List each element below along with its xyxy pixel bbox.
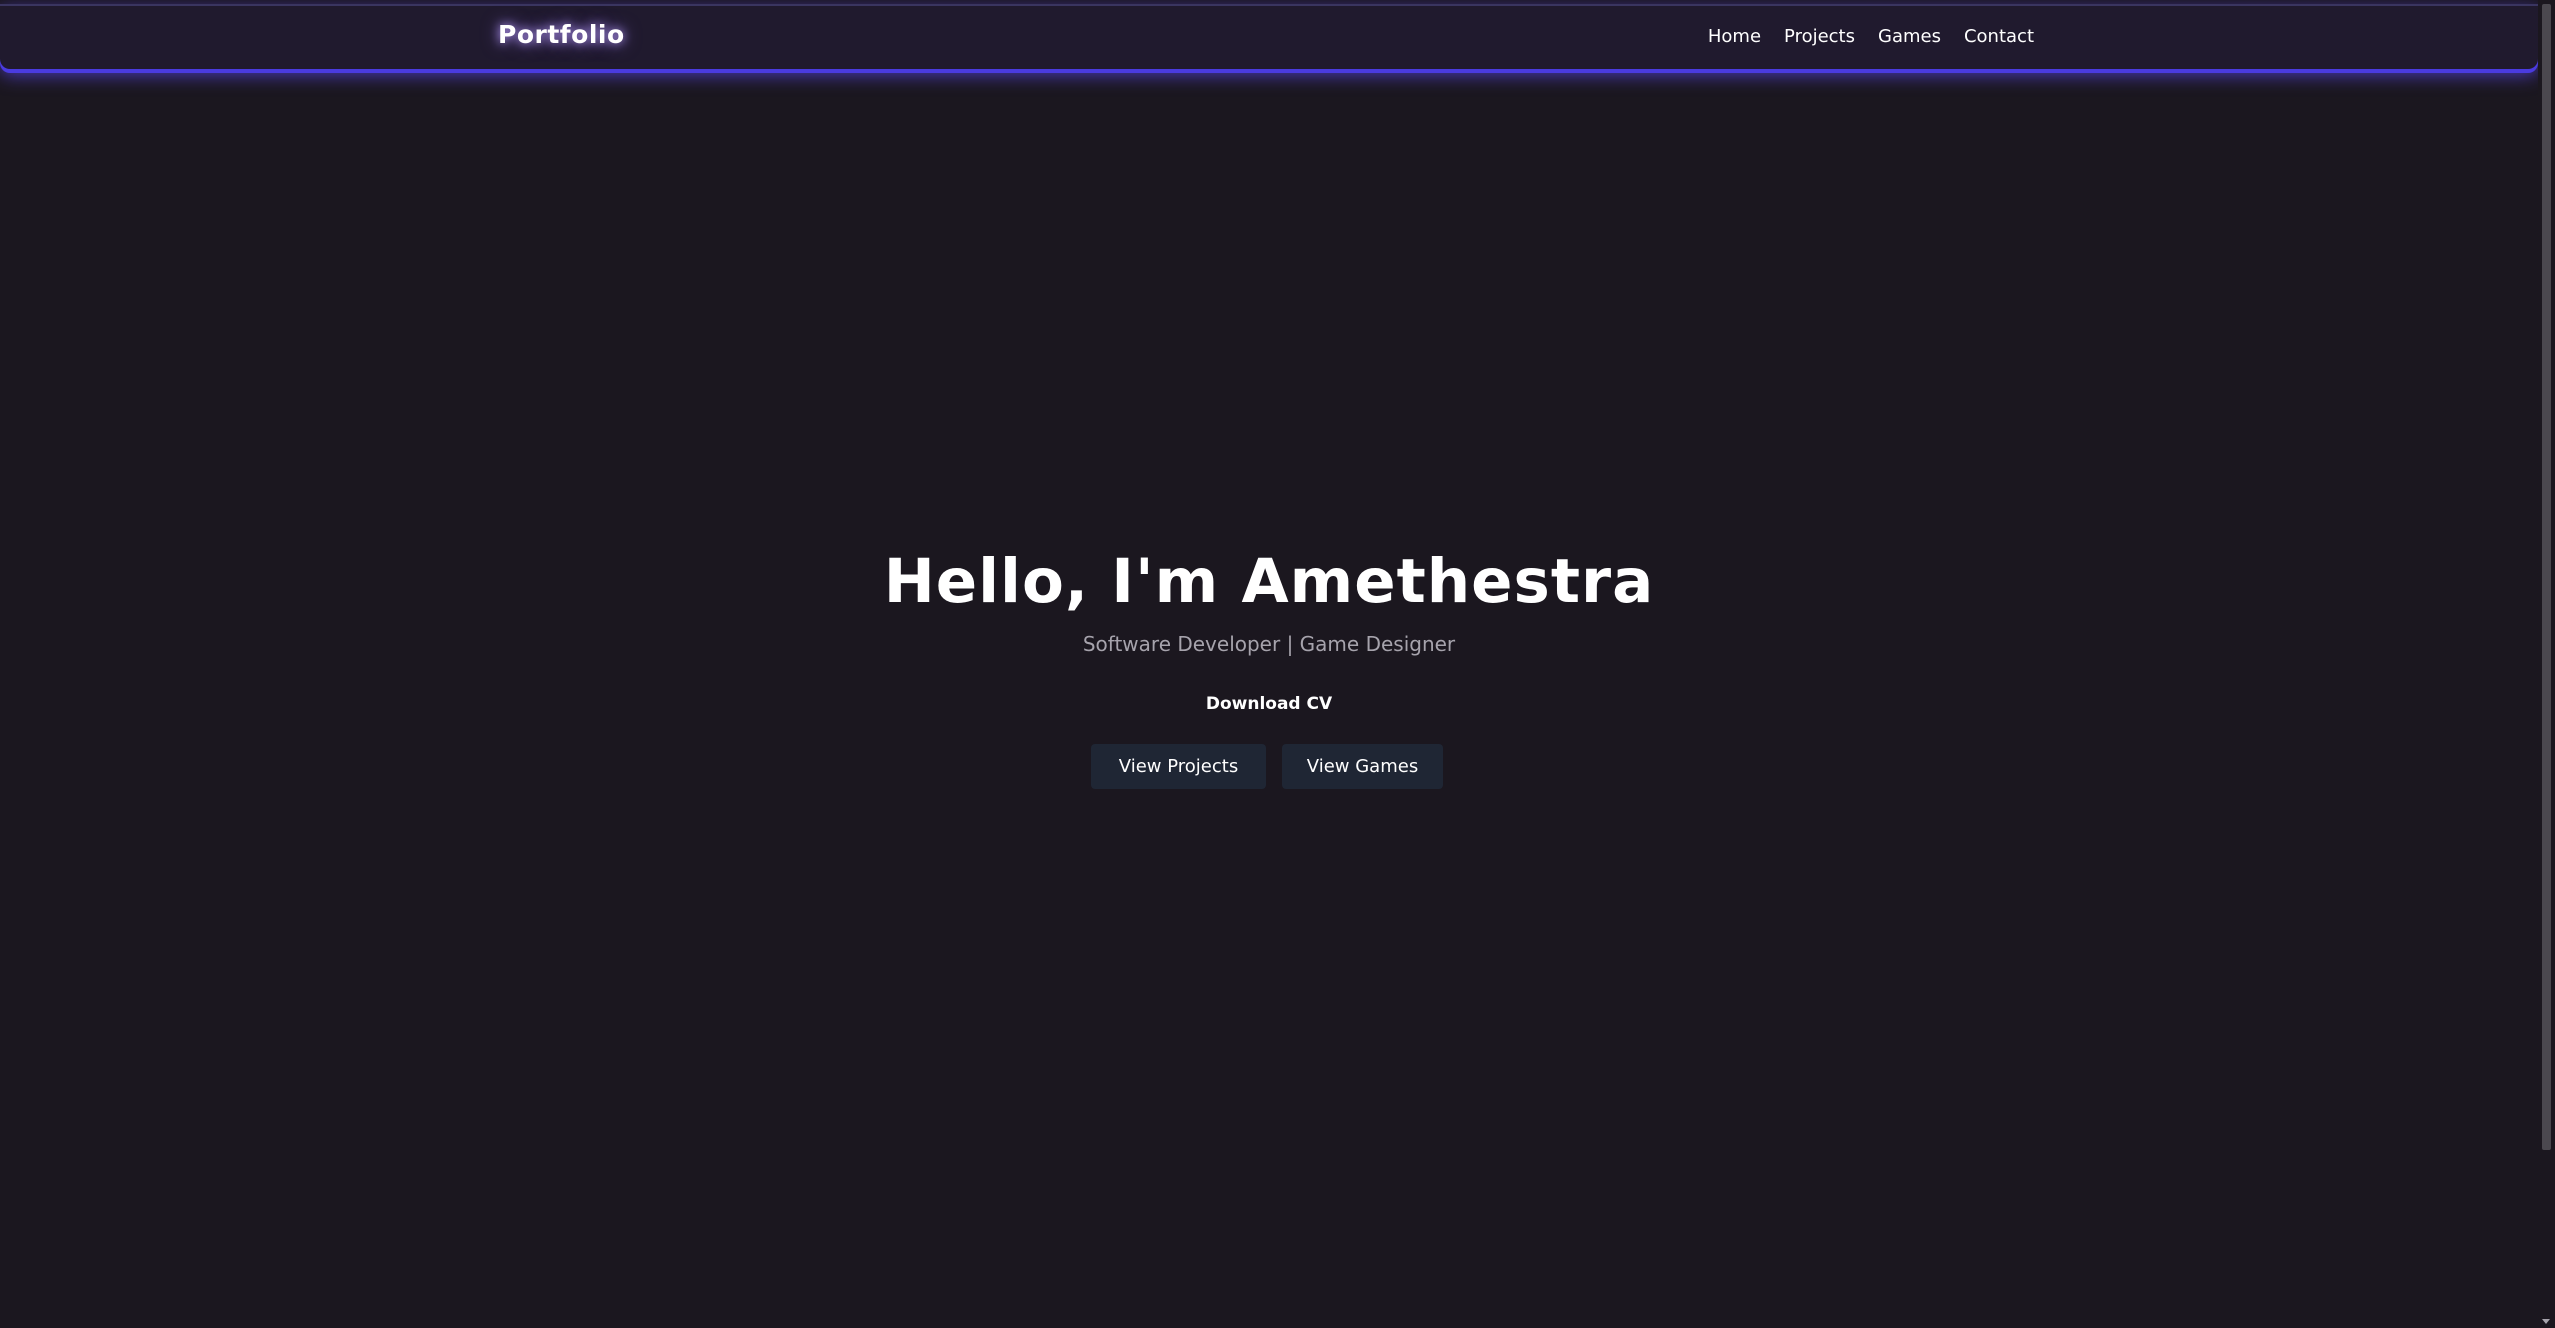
view-projects-button[interactable]: View Projects: [1091, 744, 1266, 789]
download-cv-link[interactable]: Download CV: [0, 694, 2538, 714]
vertical-scrollbar[interactable]: [2538, 0, 2555, 1328]
page: Hello, I'm Amethestra Software Developer…: [0, 0, 2555, 1328]
scrollbar-thumb[interactable]: [2542, 4, 2551, 1150]
nav-link-games[interactable]: Games: [1878, 26, 1941, 47]
view-games-button[interactable]: View Games: [1282, 744, 1443, 789]
nav-link-projects[interactable]: Projects: [1784, 26, 1855, 47]
nav-link-home[interactable]: Home: [1708, 26, 1761, 47]
hero-buttons: View Projects View Games: [1091, 744, 1443, 789]
navbar: Portfolio Home Projects Games Contact: [0, 4, 2538, 69]
scroll-down-arrow-icon[interactable]: [2542, 1319, 2550, 1324]
hero-subtitle: Software Developer | Game Designer: [1082, 632, 1456, 656]
hero-title: Hello, I'm Amethestra: [883, 546, 1655, 617]
hero-section: Hello, I'm Amethestra Software Developer…: [0, 0, 2538, 1328]
nav-links: Home Projects Games Contact: [1708, 26, 2034, 47]
brand-logo[interactable]: Portfolio: [498, 20, 625, 49]
nav-link-contact[interactable]: Contact: [1964, 26, 2034, 47]
